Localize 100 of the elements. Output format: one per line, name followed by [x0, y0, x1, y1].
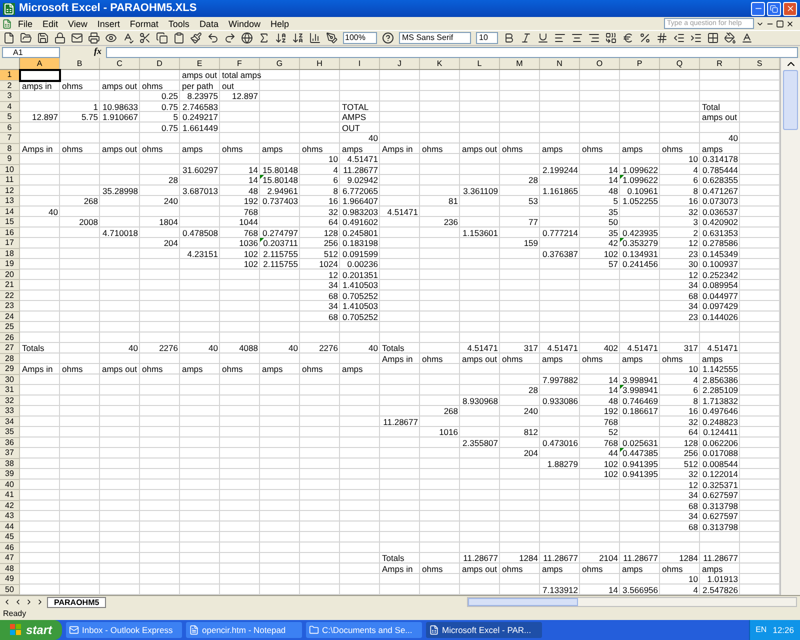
help-icon[interactable] [382, 32, 394, 44]
row-header[interactable]: 12 [0, 186, 20, 196]
font-color-icon[interactable] [741, 32, 753, 44]
row-header[interactable]: 20 [0, 270, 20, 280]
row-header[interactable]: 11 [0, 175, 20, 186]
menu-item[interactable]: Data [195, 18, 222, 30]
row-header[interactable]: 46 [0, 542, 20, 553]
row-header[interactable]: 30 [0, 374, 20, 385]
currency-icon[interactable] [622, 32, 634, 44]
increase-indent-icon[interactable] [690, 32, 702, 44]
row-header[interactable]: 35 [0, 427, 20, 438]
row-header[interactable]: 7 [0, 133, 20, 144]
borders-icon[interactable] [707, 32, 719, 44]
align-center-icon[interactable] [571, 32, 583, 44]
last-sheet-icon[interactable] [36, 598, 44, 606]
new-file-icon[interactable] [3, 32, 15, 44]
hyperlink-icon[interactable] [241, 32, 253, 44]
menu-item[interactable]: View [64, 18, 92, 30]
function-icon[interactable]: fx [94, 45, 102, 59]
menu-item[interactable]: Tools [164, 18, 194, 30]
row-header[interactable]: 22 [0, 290, 20, 301]
open-folder-icon[interactable] [20, 32, 32, 44]
row-header[interactable]: 40 [0, 480, 20, 490]
column-header[interactable]: P [620, 58, 660, 69]
permission-lock-icon[interactable] [54, 32, 66, 44]
column-header[interactable]: M [500, 58, 540, 69]
column-header[interactable]: A [20, 58, 60, 69]
drawing-icon[interactable] [326, 32, 338, 44]
column-header[interactable]: I [340, 58, 380, 69]
bold-icon[interactable] [503, 32, 515, 44]
row-header[interactable]: 2 [0, 80, 20, 91]
menu-item[interactable]: Edit [38, 18, 62, 30]
row-header[interactable]: 36 [0, 438, 20, 448]
column-header[interactable]: N [540, 58, 580, 69]
row-header[interactable]: 43 [0, 511, 20, 522]
row-header[interactable]: 5 [0, 112, 20, 122]
email-icon[interactable] [71, 32, 83, 44]
percent-icon[interactable] [639, 32, 651, 44]
row-header[interactable]: 8 [0, 144, 20, 154]
column-header[interactable]: J [380, 58, 420, 69]
close-icon[interactable] [786, 20, 794, 28]
paste-icon[interactable] [173, 32, 185, 44]
taskbar-button[interactable]: opencir.htm - Notepad [186, 622, 302, 638]
row-header[interactable]: 6 [0, 122, 20, 133]
row-header[interactable]: 50 [0, 584, 20, 595]
row-header[interactable]: 49 [0, 574, 20, 584]
merge-center-icon[interactable] [605, 32, 617, 44]
restore-button[interactable] [767, 2, 781, 16]
row-header[interactable]: 13 [0, 196, 20, 206]
fill-color-icon[interactable] [724, 32, 736, 44]
cut-icon[interactable] [139, 32, 151, 44]
row-header[interactable]: 18 [0, 248, 20, 259]
row-header[interactable]: 3 [0, 91, 20, 102]
column-header[interactable]: H [300, 58, 340, 69]
row-header[interactable]: 23 [0, 301, 20, 312]
spelling-icon[interactable] [122, 32, 134, 44]
column-header[interactable]: E [180, 58, 220, 69]
scroll-thumb[interactable] [783, 70, 798, 130]
align-left-icon[interactable] [554, 32, 566, 44]
column-header[interactable]: C [100, 58, 140, 69]
row-header[interactable]: 24 [0, 312, 20, 322]
row-header[interactable]: 41 [0, 490, 20, 500]
start-button[interactable]: start [0, 620, 62, 640]
taskbar-button[interactable]: Microsoft Excel - PAR... [426, 622, 542, 638]
close-button[interactable] [783, 2, 797, 16]
first-sheet-icon[interactable] [3, 598, 11, 606]
redo-icon[interactable] [224, 32, 236, 44]
row-header[interactable]: 15 [0, 217, 20, 228]
undo-icon[interactable] [207, 32, 219, 44]
row-header[interactable]: 39 [0, 469, 20, 480]
row-header[interactable]: 31 [0, 385, 20, 396]
zoom-dropdown[interactable]: 100% [343, 32, 377, 44]
next-sheet-icon[interactable] [25, 598, 33, 606]
restore-icon[interactable] [776, 20, 784, 28]
row-header[interactable]: 48 [0, 564, 20, 574]
autosum-icon[interactable] [258, 32, 270, 44]
font-dropdown[interactable]: MS Sans Serif [399, 32, 471, 44]
align-right-icon[interactable] [588, 32, 600, 44]
column-header[interactable]: K [420, 58, 460, 69]
row-header[interactable]: 34 [0, 416, 20, 427]
row-header[interactable]: 44 [0, 522, 20, 532]
row-header[interactable]: 21 [0, 280, 20, 290]
column-header[interactable]: L [460, 58, 500, 69]
row-header[interactable]: 4 [0, 102, 20, 112]
taskbar-button[interactable]: C:\Documents and Se... [306, 622, 422, 638]
column-header[interactable]: Q [660, 58, 700, 69]
row-header[interactable]: 38 [0, 458, 20, 469]
font-size-dropdown[interactable]: 10 [476, 32, 498, 44]
row-header[interactable]: 1 [0, 70, 20, 80]
underline-icon[interactable] [537, 32, 549, 44]
italic-icon[interactable] [520, 32, 532, 44]
row-header[interactable]: 17 [0, 238, 20, 248]
row-header[interactable]: 14 [0, 206, 20, 217]
row-header[interactable]: 42 [0, 500, 20, 511]
column-header[interactable]: B [60, 58, 100, 69]
row-header[interactable]: 47 [0, 553, 20, 564]
row-header[interactable]: 28 [0, 354, 20, 364]
vertical-scrollbar[interactable] [780, 58, 800, 595]
menu-item[interactable]: Insert [93, 18, 124, 30]
row-header[interactable]: 33 [0, 406, 20, 416]
